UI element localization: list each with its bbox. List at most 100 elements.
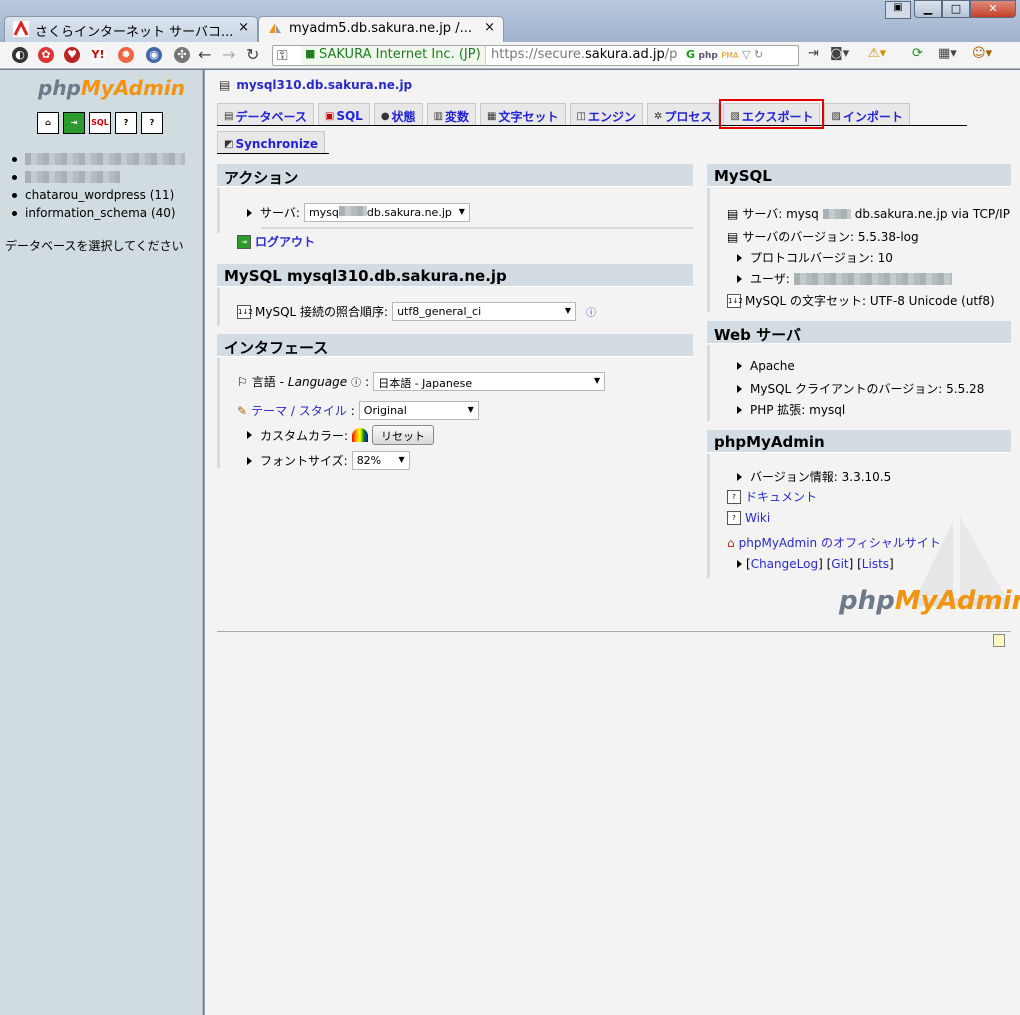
reload-icon[interactable]: ↻ [246,45,259,64]
help-icon[interactable]: ? [115,112,137,134]
tab-charsets[interactable]: ▦ 文字セット [480,103,566,125]
fontsize-row: フォントサイズ: 82% [247,451,410,470]
help-icon: ? [727,489,741,504]
address-bar[interactable]: ⚿ ■ SAKURA Internet Inc. (JP) https://sec… [272,45,799,66]
sql-icon: ▣ [324,110,335,122]
sync-icon[interactable]: ⟳ [912,46,923,61]
engines-icon: ◫ [576,110,586,122]
web-server-item: Apache [737,359,795,373]
docs-icon[interactable]: ? [141,112,163,134]
warning-icon[interactable]: ⚠▾ [868,46,886,61]
url-text: https://secure.sakura.ad.jp/p [491,47,678,62]
help-icon: ? [727,511,741,525]
browser-tab-pma[interactable]: myadm5.db.sakura.ne.jp /... × [258,16,504,42]
changelog-link[interactable]: ChangeLog [751,557,818,571]
database-item-blurred[interactable] [12,150,185,168]
browser-tab-label: さくらインターネット サーバコ... [35,25,234,40]
close-tab-icon[interactable]: × [484,20,495,35]
close-window-icon[interactable]: ✕ [970,0,1016,18]
yahoo-icon[interactable]: Y! [90,47,106,63]
extension-icon[interactable]: ✿ [38,47,54,63]
tab-processes[interactable]: ✲ プロセス [646,103,720,125]
docs-link[interactable]: ドキュメント [745,488,817,505]
pin-icon[interactable]: ⇥ [808,46,819,61]
theme-select[interactable]: Original [358,401,479,420]
ev-certificate-badge[interactable]: ■ SAKURA Internet Inc. (JP) [301,46,486,65]
server-breadcrumb[interactable]: ▤ mysql310.db.sakura.ne.jp [219,78,412,92]
info-icon[interactable]: ⓘ [351,374,361,389]
forward-icon[interactable]: → [222,45,235,64]
new-window-icon[interactable] [993,634,1005,647]
browser-tab-sakura[interactable]: さくらインターネット サーバコ... × [4,16,258,42]
database-item-information-schema[interactable]: information_schema (40) [12,204,185,222]
bullet-arrow-icon [247,208,252,217]
tab-sql[interactable]: ▣ SQL [317,103,370,125]
custom-color-row: カスタムカラー: リセット [247,425,435,445]
wiki-link[interactable]: Wiki [745,511,770,525]
mysql-info-panel-title: MySQL [707,164,1011,187]
web-server-item: MySQL クライアントのバージョン: 5.5.28 [737,380,984,397]
charset-info: 1↓2 MySQL の文字セット: UTF-8 Unicode (utf8) [727,293,995,308]
database-item-blurred[interactable] [12,168,185,186]
home-icon: ⌂ [727,535,735,550]
mysql-version-info: ▤ サーバのバージョン: 5.5.38-log [727,229,919,245]
extension-icon[interactable]: ✹ [118,47,134,63]
variables-icon: ▥ [433,110,444,122]
tab-status[interactable]: ● 状態 [373,103,423,125]
export-icon: ▧ [730,110,740,122]
abp-icon[interactable]: ▦▾ [938,46,957,61]
lists-link[interactable]: Lists [862,557,889,571]
camera-icon[interactable]: ◙▾ [830,46,849,61]
window-extra-icon[interactable]: ▣ [885,1,911,19]
tab-databases[interactable]: ▤ データベース [217,103,314,125]
rainbow-icon[interactable] [352,428,369,442]
browser-tab-label: myadm5.db.sakura.ne.jp /... [289,21,472,36]
extension-icon[interactable]: ✣ [174,47,190,63]
language-select[interactable]: 日本語 - Japanese [373,372,606,391]
tab-engines[interactable]: ◫ エンジン [569,103,643,125]
extension-icon[interactable]: ◉ [146,47,162,63]
user-info: ユーザ: [737,270,952,287]
language-icon: ⚐ [237,374,248,389]
pma-logo[interactable]: phpMyAdmin [38,76,185,100]
web-server-item: PHP 拡張: mysql [737,401,845,418]
maximize-window-icon[interactable]: □ [942,0,970,18]
sakura-favicon-icon [13,21,29,37]
theme-link[interactable]: テーマ / スタイル [251,402,347,419]
close-tab-icon[interactable]: × [238,20,249,35]
tab-export[interactable]: ▧ エクスポート [719,99,825,129]
reset-button[interactable]: リセット [372,425,435,445]
logout-row: ⇥ ログアウト [237,233,315,250]
key-icon: ⚿ [277,48,288,64]
server-select[interactable]: mysq db.sakura.ne.jp [303,203,470,222]
synchronize-icon: ◩ [224,138,234,150]
exit-icon: ⇥ [237,234,251,249]
server-tabs: ▤ データベース ▣ SQL ● 状態 ▥ 変数 ▦ 文字セット ◫ エンジン ✲ プロセス … [217,99,967,159]
docs-row: ? ドキュメント [727,488,817,505]
exit-icon[interactable]: ⇥ [63,112,85,134]
interface-panel-title: インタフェース [217,334,693,357]
extension-icon[interactable]: ♥ [64,47,80,63]
help-icon[interactable]: ⓘ [586,304,596,319]
collation-row: 1↓2 MySQL 接続の照合順序: utf8_general_ci ⓘ [237,302,596,321]
fontsize-select[interactable]: 82% [351,451,410,470]
tab-synchronize[interactable]: ◩ Synchronize [217,131,326,153]
tab-variables[interactable]: ▥ 変数 [426,103,477,125]
git-link[interactable]: Git [831,557,848,571]
processes-icon: ✲ [653,110,663,122]
home-icon[interactable]: ⌂ [37,112,59,134]
sql-query-icon[interactable]: SQL [89,112,111,134]
extension-icon[interactable]: ◐ [12,47,28,63]
lock-icon: ■ [305,47,316,60]
charset-icon: 1↓2 [727,293,743,308]
minimize-window-icon[interactable]: ▁ [914,0,942,18]
logout-link[interactable]: ログアウト [255,233,315,250]
database-item-chatarou[interactable]: chatarou_wordpress (11) [12,186,185,204]
database-icon: ▤ [224,110,234,122]
tab-import[interactable]: ▨ インポート [824,103,910,125]
monkey-icon[interactable]: ☺▾ [972,46,992,61]
back-icon[interactable]: ← [198,45,211,64]
pma-logo-large[interactable]: phpMyAdmin [839,586,1020,616]
collation-select[interactable]: utf8_general_ci [392,302,577,321]
select-database-hint: データベースを選択してください [5,239,184,253]
